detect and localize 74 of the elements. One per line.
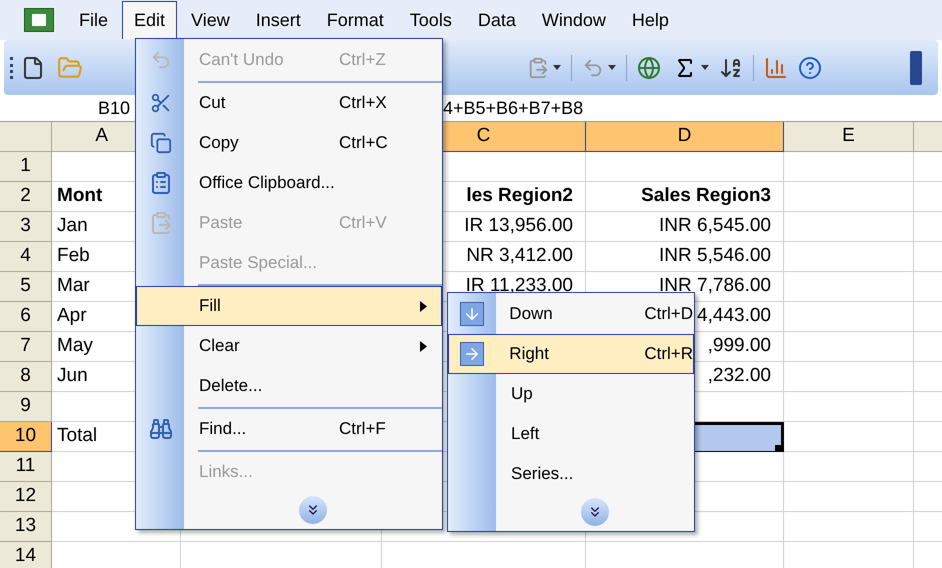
globe-link-icon[interactable] <box>637 56 661 80</box>
submenu-arrow-icon <box>420 300 427 312</box>
sheet-cell[interactable] <box>784 332 914 362</box>
row-header[interactable]: 8 <box>0 362 52 392</box>
submenu-arrow-icon <box>420 340 427 352</box>
menu-title[interactable]: Window <box>530 1 618 39</box>
sheet-cell[interactable]: Sales Region3 <box>586 182 784 212</box>
menu-title[interactable]: Data <box>466 1 528 39</box>
sheet-cell[interactable] <box>784 392 914 422</box>
sheet-cell[interactable] <box>784 482 914 512</box>
menu-item[interactable]: Up <box>448 374 694 414</box>
select-all-corner[interactable] <box>0 122 52 152</box>
row-header[interactable]: 10 <box>0 422 52 452</box>
row-header[interactable]: 11 <box>0 452 52 482</box>
menu-item[interactable]: Series... <box>448 454 694 494</box>
sheet-cell[interactable] <box>784 242 914 272</box>
column-header[interactable]: D <box>586 122 784 152</box>
help-icon[interactable] <box>798 56 822 80</box>
copy-icon <box>150 132 172 154</box>
sheet-cell[interactable]: INR 5,546.00 <box>586 242 784 272</box>
sheet-cell[interactable] <box>784 272 914 302</box>
menu-title[interactable]: Edit <box>122 1 178 39</box>
menu-title[interactable]: Tools <box>398 1 464 39</box>
row-header[interactable]: 2 <box>0 182 52 212</box>
new-file-icon[interactable] <box>21 56 45 80</box>
expand-menu-icon[interactable] <box>581 498 609 526</box>
row-header[interactable]: 5 <box>0 272 52 302</box>
menu-title[interactable]: View <box>179 1 242 39</box>
sheet-cell[interactable] <box>784 212 914 242</box>
arrow-down-icon <box>460 302 484 326</box>
dropdown-caret-icon[interactable] <box>701 65 709 70</box>
sheet-cell[interactable] <box>784 512 914 542</box>
row-header[interactable]: 12 <box>0 482 52 512</box>
menu-title[interactable]: Insert <box>244 1 313 39</box>
menu-title[interactable]: Format <box>314 1 396 39</box>
dropdown-caret-icon[interactable] <box>608 65 616 70</box>
scissors-icon <box>150 92 172 114</box>
menu-item[interactable]: Fill <box>136 286 442 326</box>
dropdown-caret-icon[interactable] <box>553 65 561 70</box>
menu-title[interactable]: Help <box>620 1 681 39</box>
row-header[interactable]: 9 <box>0 392 52 422</box>
fill-handle-icon[interactable] <box>775 445 781 451</box>
sheet-cell[interactable] <box>784 182 914 212</box>
row-header[interactable]: 1 <box>0 152 52 182</box>
arrow-right-icon <box>460 342 484 366</box>
sheet-cell[interactable]: INR 6,545.00 <box>586 212 784 242</box>
sheet-cell[interactable] <box>784 422 914 452</box>
sheet-cell[interactable] <box>784 452 914 482</box>
sheet-cell[interactable] <box>784 362 914 392</box>
menu-title[interactable]: File <box>67 1 120 39</box>
expand-menu-icon[interactable] <box>299 496 327 524</box>
row-header[interactable]: 14 <box>0 542 52 568</box>
row-header[interactable]: 6 <box>0 302 52 332</box>
sheet-cell[interactable] <box>586 152 784 182</box>
row-header[interactable]: 3 <box>0 212 52 242</box>
folder-icon[interactable] <box>57 54 83 80</box>
menu-item[interactable]: Left <box>448 414 694 454</box>
row-header[interactable]: 13 <box>0 512 52 542</box>
workbook-icon[interactable] <box>24 8 54 32</box>
sheet-cell[interactable] <box>784 302 914 332</box>
undo-icon <box>150 49 172 71</box>
menu-item[interactable]: Right Ctrl+R <box>448 334 694 374</box>
chart-icon[interactable] <box>764 56 788 80</box>
row-header[interactable]: 4 <box>0 242 52 272</box>
menu-item[interactable]: Cut Ctrl+X <box>136 83 442 123</box>
formula-field[interactable]: 4+B5+B6+B7+B8 <box>443 96 584 120</box>
row-header[interactable]: 7 <box>0 332 52 362</box>
paste-icon <box>149 211 173 235</box>
grip-handle-icon <box>10 56 13 78</box>
toolbar-options-icon[interactable] <box>910 50 922 84</box>
column-header[interactable]: E <box>784 122 914 152</box>
clipboard-icon <box>149 171 173 195</box>
binoculars-icon <box>149 417 173 441</box>
sheet-cell[interactable] <box>784 152 914 182</box>
